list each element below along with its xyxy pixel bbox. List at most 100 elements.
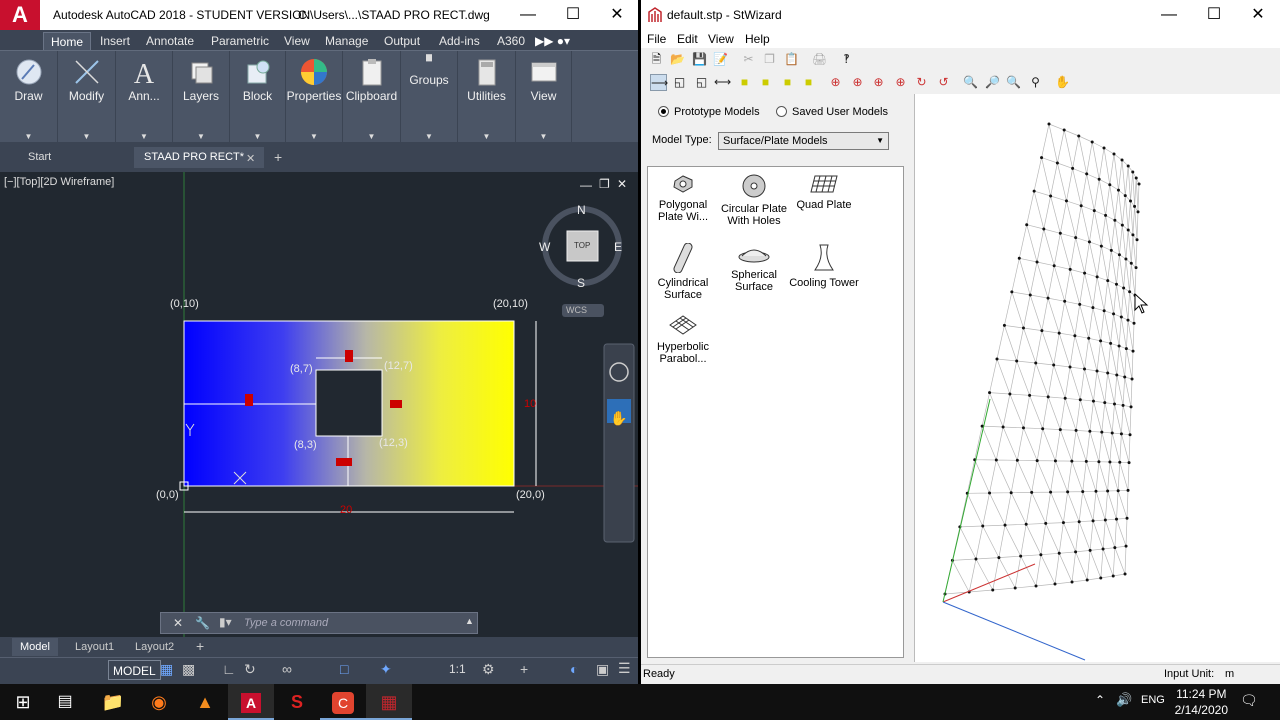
paste-icon[interactable]: 📋 bbox=[783, 51, 800, 68]
model-spherical-surface[interactable]: Spherical Surface bbox=[719, 243, 789, 293]
copy-icon[interactable]: ❐ bbox=[761, 51, 778, 68]
close-tab-icon[interactable]: ✕ bbox=[246, 152, 255, 165]
start-icon[interactable]: ⊞ bbox=[0, 684, 46, 720]
pan-icon[interactable]: ✋ bbox=[610, 409, 628, 427]
open-icon[interactable]: 📂 bbox=[669, 51, 686, 68]
tab-layout2[interactable]: Layout2 bbox=[127, 638, 182, 656]
new-icon[interactable]: 🗎 bbox=[648, 51, 665, 68]
grid-icon[interactable]: ▦ bbox=[160, 661, 173, 678]
tab-parametric[interactable]: Parametric bbox=[204, 32, 276, 50]
zoom-in-icon[interactable]: 🔍 bbox=[962, 74, 979, 91]
right-view-icon[interactable]: ■ bbox=[800, 74, 817, 91]
close-cmd-icon[interactable]: ✕ bbox=[173, 616, 183, 630]
annotation-scale[interactable]: 1:1 bbox=[449, 662, 466, 676]
panel-layers[interactable]: Layers ▼ bbox=[173, 51, 230, 143]
saved-models-radio[interactable]: Saved User Models bbox=[776, 106, 888, 118]
tab-view[interactable]: View bbox=[277, 32, 317, 50]
snap-icon[interactable]: ▩ bbox=[182, 661, 195, 678]
zoom-window-icon[interactable]: 🔍 bbox=[1005, 74, 1022, 91]
drawing-canvas[interactable]: [−][Top][2D Wireframe] N S E W TOP WCS (… bbox=[0, 172, 638, 637]
autocad-taskbar-icon[interactable]: A bbox=[228, 684, 274, 720]
tab-output[interactable]: Output bbox=[377, 32, 427, 50]
tab-model[interactable]: Model bbox=[12, 638, 58, 656]
menu-view[interactable]: View bbox=[708, 32, 734, 46]
back-view-icon[interactable]: ■ bbox=[757, 74, 774, 91]
model-space-button[interactable]: MODEL bbox=[108, 660, 161, 680]
model-hyperbolic-paraboloid[interactable]: Hyperbolic Parabol... bbox=[648, 313, 718, 365]
tab-home[interactable]: Home bbox=[43, 32, 92, 50]
print-icon[interactable]: 🖨 bbox=[811, 51, 828, 68]
rotate-z2-icon[interactable]: ↺ bbox=[935, 74, 952, 91]
task-view-icon[interactable]: ▤ bbox=[42, 684, 88, 720]
rotate-y2-icon[interactable]: ⊕ bbox=[892, 74, 909, 91]
model-circular-plate[interactable]: Circular Plate With Holes bbox=[719, 173, 789, 227]
wrench-icon[interactable]: 🔧 bbox=[195, 616, 210, 630]
close-icon[interactable]: ✕ bbox=[595, 0, 638, 30]
tab-layout1[interactable]: Layout1 bbox=[67, 638, 122, 656]
viewport-restore-icon[interactable]: ❐ bbox=[599, 177, 610, 191]
menu-file[interactable]: File bbox=[647, 32, 666, 46]
tab-insert[interactable]: Insert bbox=[93, 32, 137, 50]
pan-icon[interactable]: ✋ bbox=[1054, 74, 1071, 91]
front-view-icon[interactable]: ■ bbox=[736, 74, 753, 91]
tab-addins[interactable]: Add-ins bbox=[432, 32, 487, 50]
panel-modify[interactable]: Modify ▼ bbox=[58, 51, 116, 143]
tab-file[interactable]: STAAD PRO RECT* bbox=[134, 147, 264, 168]
osnap-icon[interactable]: ∞ bbox=[282, 661, 292, 677]
close-icon[interactable]: ✕ bbox=[1236, 0, 1280, 30]
wcs-menu[interactable]: WCS bbox=[566, 305, 587, 315]
autocad-logo[interactable]: A bbox=[0, 0, 40, 30]
tab-annotate[interactable]: Annotate bbox=[139, 32, 201, 50]
panel-clipboard[interactable]: Clipboard ▼ bbox=[343, 51, 401, 143]
rotate-z-icon[interactable]: ↻ bbox=[913, 74, 930, 91]
command-input[interactable]: Type a command bbox=[244, 617, 328, 629]
file-explorer-icon[interactable]: 📁 bbox=[90, 684, 136, 720]
viewport-label[interactable]: [−][Top][2D Wireframe] bbox=[4, 176, 114, 188]
save-icon[interactable]: 💾 bbox=[691, 51, 708, 68]
viewport-minimize-icon[interactable]: — bbox=[580, 178, 592, 192]
cut-icon[interactable]: ✂ bbox=[740, 51, 757, 68]
model-polygonal-plate[interactable]: Polygonal Plate Wi... bbox=[648, 173, 718, 223]
menu-icon[interactable]: ☰ bbox=[618, 660, 631, 677]
gear-icon[interactable]: ⚙ bbox=[482, 661, 495, 678]
panel-block[interactable]: Block ▼ bbox=[230, 51, 286, 143]
selection-icon[interactable]: □ bbox=[340, 661, 348, 677]
vlc-icon[interactable]: ▲ bbox=[182, 684, 228, 720]
language-indicator[interactable]: ENG bbox=[1141, 694, 1165, 706]
menu-help[interactable]: Help bbox=[745, 32, 770, 46]
tab-manage[interactable]: Manage bbox=[318, 32, 375, 50]
viewcube-top[interactable]: TOP bbox=[574, 241, 590, 250]
minimize-icon[interactable]: — bbox=[506, 0, 550, 30]
compass-n[interactable]: N bbox=[577, 203, 586, 217]
panel-annotation[interactable]: A Ann... ▼ bbox=[116, 51, 173, 143]
axes-icon[interactable]: ⟶ bbox=[650, 74, 668, 91]
app-s-icon[interactable]: S bbox=[274, 684, 320, 720]
rotate-y-icon[interactable]: ⊕ bbox=[870, 74, 887, 91]
compass-w[interactable]: W bbox=[539, 240, 550, 254]
rotate-icon[interactable]: ⟷ bbox=[714, 74, 731, 91]
viewport-close-icon[interactable]: ✕ bbox=[617, 177, 627, 191]
firefox-icon[interactable]: ◉ bbox=[136, 684, 182, 720]
left-view-icon[interactable]: ■ bbox=[779, 74, 796, 91]
iso-view-icon[interactable]: ◱ bbox=[671, 74, 688, 91]
panel-groups[interactable]: Groups ▼ bbox=[401, 51, 458, 143]
save-as-icon[interactable]: 📝 bbox=[712, 51, 729, 68]
model-cylindrical-surface[interactable]: Cylindrical Surface bbox=[648, 243, 718, 301]
staad-taskbar-icon[interactable]: ▦ bbox=[366, 684, 412, 720]
maximize-icon[interactable]: ☐ bbox=[1192, 0, 1236, 30]
app-c-icon[interactable]: C bbox=[320, 684, 366, 720]
chevron-up-icon[interactable]: ⌃ bbox=[1095, 693, 1105, 707]
notification-icon[interactable]: 🗨 bbox=[1240, 692, 1258, 709]
new-tab-icon[interactable]: + bbox=[274, 149, 282, 165]
plus-icon[interactable]: + bbox=[520, 661, 528, 677]
tab-start[interactable]: Start bbox=[0, 147, 132, 168]
minimize-icon[interactable]: — bbox=[1147, 0, 1191, 30]
panel-view[interactable]: View ▼ bbox=[516, 51, 572, 143]
command-line[interactable]: ✕ 🔧 ▮▾ Type a command ▲ bbox=[160, 612, 478, 634]
model-type-select[interactable]: Surface/Plate Models ▼ bbox=[718, 132, 889, 150]
model-preview-viewport[interactable] bbox=[914, 94, 1280, 662]
isolate-icon[interactable]: ◐ bbox=[570, 661, 578, 677]
rotate-x-icon[interactable]: ⊕ bbox=[827, 74, 844, 91]
menu-edit[interactable]: Edit bbox=[677, 32, 698, 46]
cmd-history-icon[interactable]: ▲ bbox=[465, 616, 474, 626]
